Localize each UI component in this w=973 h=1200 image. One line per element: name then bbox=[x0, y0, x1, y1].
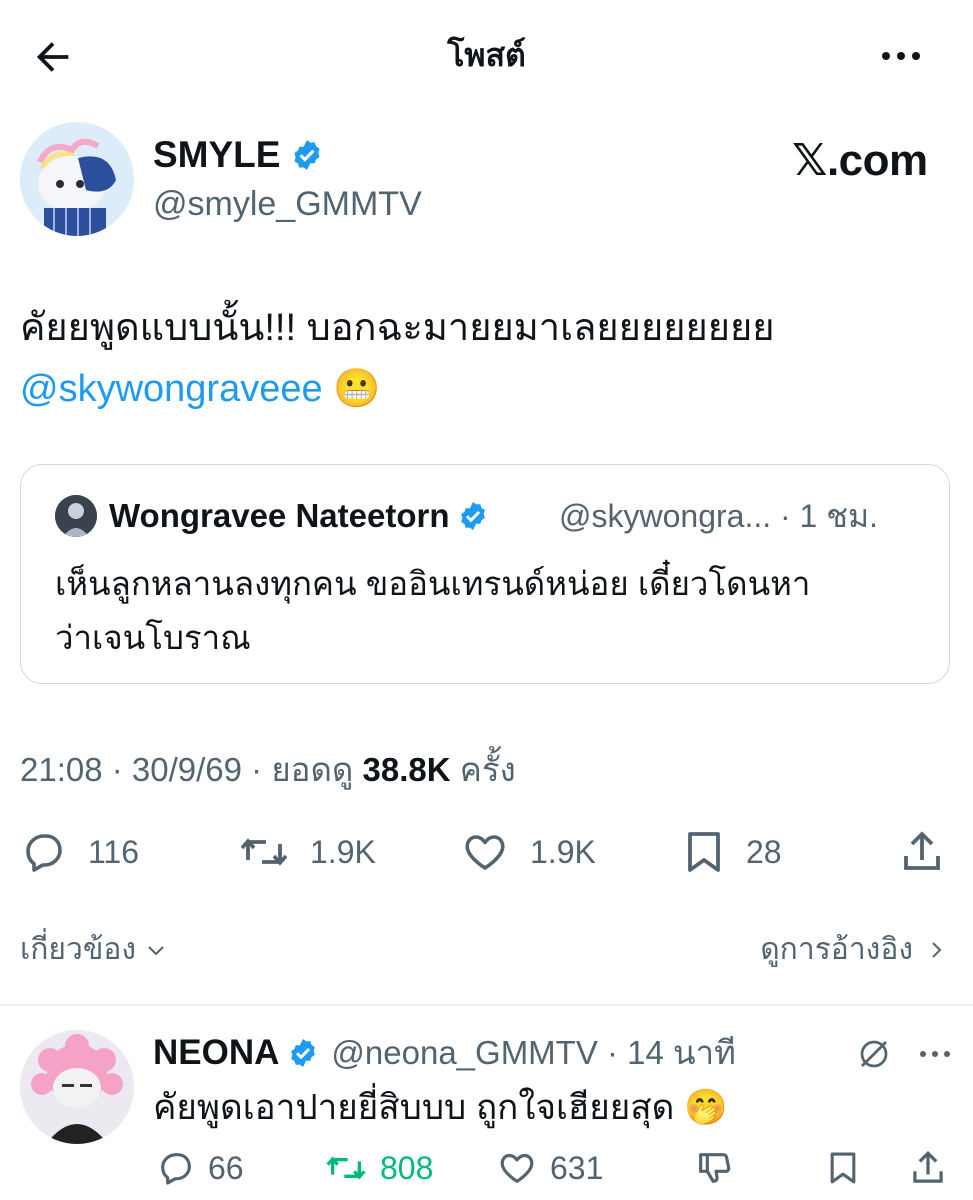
share-icon bbox=[904, 831, 940, 870]
bookmark-count: 28 bbox=[746, 833, 782, 870]
quote-handle-time: @skywongra... · 1 ชม. bbox=[559, 498, 878, 534]
bookmark-button[interactable]: 28 bbox=[682, 826, 782, 878]
quote-author-name: Wongravee Nateetorn bbox=[109, 497, 450, 534]
reply-reply-count: 66 bbox=[208, 1149, 244, 1186]
related-label: เกี่ยวข้อง bbox=[20, 933, 137, 966]
page-title: โพสต์ bbox=[447, 37, 526, 73]
thumbs-down-icon bbox=[699, 1153, 731, 1183]
author-avatar[interactable] bbox=[20, 122, 134, 236]
quote-avatar bbox=[55, 495, 97, 537]
reply-top-icons bbox=[856, 1036, 952, 1072]
reply-header: NEONA @neona_GMMTV · 14 นาที bbox=[153, 1030, 736, 1076]
verified-badge-icon bbox=[291, 1039, 316, 1067]
reply-avatar[interactable] bbox=[20, 1030, 134, 1144]
comment-icon bbox=[26, 834, 62, 872]
reply-like-button[interactable]: 631 bbox=[496, 1144, 603, 1192]
tweet-text: คัยยพูดแบบนั้น!!! บอกฉะมายยมาเลยยยยยยยย … bbox=[20, 298, 950, 419]
hand-over-mouth-emoji: 🤭 bbox=[684, 1088, 728, 1128]
grok-icon[interactable] bbox=[856, 1036, 892, 1072]
view-quotes-label: ดูการอ้างอิง bbox=[760, 933, 913, 966]
verified-badge-icon bbox=[461, 502, 486, 530]
reply-share-button[interactable] bbox=[910, 1144, 946, 1192]
reply-count: 116 bbox=[88, 833, 140, 870]
reply-reply-button[interactable]: 66 bbox=[156, 1144, 244, 1192]
reply-like-count: 631 bbox=[550, 1149, 604, 1186]
tweet-timestamp: 21:08 · 30/9/69 · ยอดดู bbox=[20, 751, 354, 788]
mention-link[interactable]: @skywongraveee bbox=[20, 368, 323, 410]
share-button[interactable] bbox=[900, 826, 944, 878]
grimace-emoji: 😬 bbox=[333, 366, 381, 410]
tweet-text-line: คัยยพูดแบบนั้น!!! บอกฉะมายยมาเลยยยยยยยย bbox=[20, 307, 775, 349]
share-icon bbox=[913, 1150, 943, 1183]
quote-name-row: Wongravee Nateetorn bbox=[109, 493, 489, 539]
author-name-row[interactable]: SMYLE bbox=[153, 132, 324, 178]
more-horizontal-icon bbox=[882, 52, 920, 60]
more-horizontal-icon[interactable] bbox=[918, 1044, 952, 1064]
like-button[interactable]: 1.9K bbox=[460, 826, 596, 878]
quoted-tweet-card[interactable]: Wongravee Nateetorn @skywongra... · 1 ชม… bbox=[20, 464, 950, 684]
chevron-down-icon bbox=[148, 946, 164, 956]
chevron-right-icon bbox=[932, 942, 942, 958]
reply-author-name[interactable]: NEONA bbox=[153, 1030, 279, 1076]
heart-icon bbox=[500, 1153, 534, 1183]
reply-handle-time: @neona_GMMTV · 14 นาที bbox=[331, 1034, 736, 1071]
repost-icon bbox=[240, 838, 288, 866]
verified-badge-icon bbox=[294, 140, 321, 170]
reply-repost-count: 808 bbox=[380, 1149, 434, 1186]
x-com-watermark: 𝕏.com bbox=[792, 136, 928, 185]
related-dropdown[interactable]: เกี่ยวข้อง bbox=[20, 926, 168, 974]
reply-button[interactable]: 116 bbox=[20, 826, 139, 878]
tweet-meta: 21:08 · 30/9/69 · ยอดดู 38.8K ครั้ง bbox=[20, 746, 516, 794]
author-handle[interactable]: @smyle_GMMTV bbox=[153, 182, 422, 226]
reply-text-body: คัยพูดเอาปายยี่สิบบบ ถูกใจเฮียยสุด bbox=[153, 1088, 675, 1127]
quote-text-line: เห็นลูกหลานลงทุกคน ขออินเทรนด์หน่อย เดี๋… bbox=[55, 565, 811, 602]
comment-icon bbox=[161, 1153, 191, 1185]
view-quotes-link[interactable]: ดูการอ้างอิง bbox=[760, 926, 947, 974]
bookmark-icon bbox=[688, 832, 720, 872]
reply-text: คัยพูดเอาปายยี่สิบบบ ถูกใจเฮียยสุด 🤭 bbox=[153, 1082, 728, 1134]
more-button[interactable] bbox=[876, 36, 926, 76]
bookmark-icon bbox=[830, 1152, 856, 1184]
repost-button[interactable]: 1.9K bbox=[238, 826, 376, 878]
view-suffix: ครั้ง bbox=[459, 751, 516, 788]
quote-text-line: ว่าเจนโบราณ bbox=[55, 619, 251, 656]
like-count: 1.9K bbox=[530, 833, 596, 870]
heart-icon bbox=[465, 835, 505, 870]
repost-icon bbox=[326, 1156, 366, 1180]
reply-bookmark-button[interactable] bbox=[826, 1144, 860, 1192]
view-count: 38.8K bbox=[362, 751, 451, 788]
author-name: SMYLE bbox=[153, 134, 281, 175]
quote-text: เห็นลูกหลานลงทุกคน ขออินเทรนด์หน่อย เดี๋… bbox=[55, 557, 935, 665]
repost-count: 1.9K bbox=[310, 833, 376, 870]
divider bbox=[0, 1004, 973, 1006]
reply-repost-button[interactable]: 808 bbox=[324, 1144, 433, 1192]
reply-downvote-button[interactable] bbox=[694, 1144, 734, 1192]
